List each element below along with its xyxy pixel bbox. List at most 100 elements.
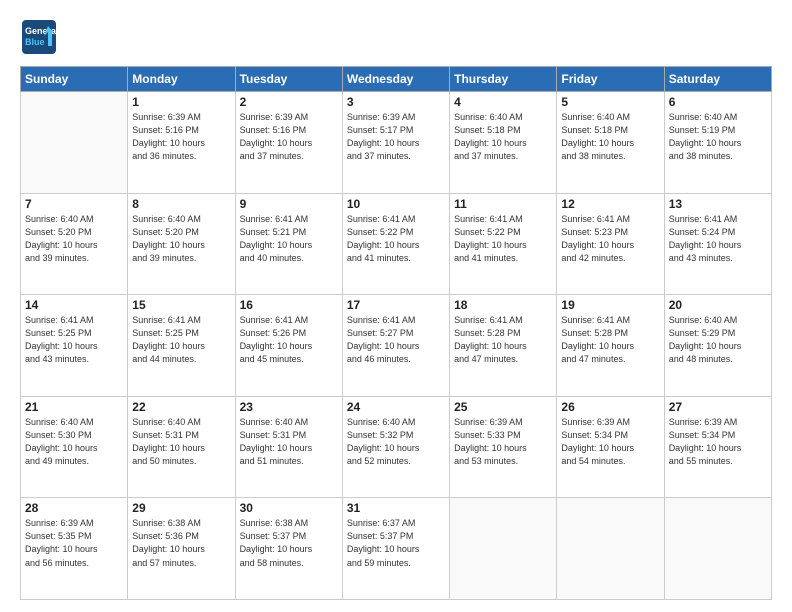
day-number: 2 xyxy=(240,95,338,109)
day-number: 1 xyxy=(132,95,230,109)
calendar-cell: 14 Sunrise: 6:41 AM Sunset: 5:25 PM Dayli… xyxy=(21,295,128,397)
calendar-cell: 1Sunrise: 6:39 AM Sunset: 5:16 PM Daylig… xyxy=(128,92,235,194)
day-number: 12 xyxy=(561,197,659,211)
day-info: Sunrise: 6:39 AM Sunset: 5:34 PM Dayligh… xyxy=(669,416,767,468)
day-info: Sunrise: 6:40 AM Sunset: 5:20 PM Dayligh… xyxy=(132,213,230,265)
day-info: Sunrise: 6:39 AM Sunset: 5:34 PM Dayligh… xyxy=(561,416,659,468)
calendar-cell: 22 Sunrise: 6:40 AM Sunset: 5:31 PM Dayli… xyxy=(128,396,235,498)
calendar-cell: 25 Sunrise: 6:39 AM Sunset: 5:33 PM Dayli… xyxy=(450,396,557,498)
day-number: 25 xyxy=(454,400,552,414)
logo-text: General Blue xyxy=(20,18,58,56)
logo: General Blue xyxy=(20,18,58,56)
calendar-cell: 10 Sunrise: 6:41 AM Sunset: 5:22 PM Dayli… xyxy=(342,193,449,295)
calendar-cell: 27 Sunrise: 6:39 AM Sunset: 5:34 PM Dayli… xyxy=(664,396,771,498)
day-info: Sunrise: 6:41 AM Sunset: 5:26 PM Dayligh… xyxy=(240,314,338,366)
day-number: 29 xyxy=(132,501,230,515)
day-info: Sunrise: 6:39 AM Sunset: 5:16 PM Dayligh… xyxy=(240,111,338,163)
day-number: 5 xyxy=(561,95,659,109)
week-row-2: 7 Sunrise: 6:40 AM Sunset: 5:20 PM Daylig… xyxy=(21,193,772,295)
day-info: Sunrise: 6:40 AM Sunset: 5:31 PM Dayligh… xyxy=(240,416,338,468)
day-number: 30 xyxy=(240,501,338,515)
weekday-header-row: SundayMondayTuesdayWednesdayThursdayFrid… xyxy=(21,67,772,92)
calendar-cell: 4 Sunrise: 6:40 AM Sunset: 5:18 PM Daylig… xyxy=(450,92,557,194)
weekday-header-sunday: Sunday xyxy=(21,67,128,92)
day-number: 17 xyxy=(347,298,445,312)
day-number: 28 xyxy=(25,501,123,515)
day-info: Sunrise: 6:40 AM Sunset: 5:29 PM Dayligh… xyxy=(669,314,767,366)
calendar-cell: 29 Sunrise: 6:38 AM Sunset: 5:36 PM Dayli… xyxy=(128,498,235,600)
calendar-cell: 15Sunrise: 6:41 AM Sunset: 5:25 PM Dayli… xyxy=(128,295,235,397)
calendar-cell: 16Sunrise: 6:41 AM Sunset: 5:26 PM Dayli… xyxy=(235,295,342,397)
day-info: Sunrise: 6:41 AM Sunset: 5:27 PM Dayligh… xyxy=(347,314,445,366)
calendar-cell: 2 Sunrise: 6:39 AM Sunset: 5:16 PM Daylig… xyxy=(235,92,342,194)
day-info: Sunrise: 6:40 AM Sunset: 5:30 PM Dayligh… xyxy=(25,416,123,468)
calendar-cell: 23 Sunrise: 6:40 AM Sunset: 5:31 PM Dayli… xyxy=(235,396,342,498)
header: General Blue xyxy=(20,18,772,56)
calendar-cell: 6 Sunrise: 6:40 AM Sunset: 5:19 PM Daylig… xyxy=(664,92,771,194)
calendar-cell: 7 Sunrise: 6:40 AM Sunset: 5:20 PM Daylig… xyxy=(21,193,128,295)
calendar-cell: 30 Sunrise: 6:38 AM Sunset: 5:37 PM Dayli… xyxy=(235,498,342,600)
week-row-5: 28 Sunrise: 6:39 AM Sunset: 5:35 PM Dayli… xyxy=(21,498,772,600)
day-number: 8 xyxy=(132,197,230,211)
calendar-cell: 17 Sunrise: 6:41 AM Sunset: 5:27 PM Dayli… xyxy=(342,295,449,397)
day-info: Sunrise: 6:39 AM Sunset: 5:33 PM Dayligh… xyxy=(454,416,552,468)
calendar-cell: 21 Sunrise: 6:40 AM Sunset: 5:30 PM Dayli… xyxy=(21,396,128,498)
day-info: Sunrise: 6:38 AM Sunset: 5:37 PM Dayligh… xyxy=(240,517,338,569)
day-number: 14 xyxy=(25,298,123,312)
day-number: 19 xyxy=(561,298,659,312)
day-number: 18 xyxy=(454,298,552,312)
week-row-4: 21 Sunrise: 6:40 AM Sunset: 5:30 PM Dayli… xyxy=(21,396,772,498)
weekday-header-tuesday: Tuesday xyxy=(235,67,342,92)
day-number: 31 xyxy=(347,501,445,515)
day-number: 23 xyxy=(240,400,338,414)
day-number: 20 xyxy=(669,298,767,312)
day-number: 15 xyxy=(132,298,230,312)
day-info: Sunrise: 6:41 AM Sunset: 5:28 PM Dayligh… xyxy=(561,314,659,366)
day-number: 4 xyxy=(454,95,552,109)
logo-icon: General Blue xyxy=(20,18,58,56)
day-info: Sunrise: 6:40 AM Sunset: 5:18 PM Dayligh… xyxy=(561,111,659,163)
day-number: 21 xyxy=(25,400,123,414)
day-info: Sunrise: 6:41 AM Sunset: 5:22 PM Dayligh… xyxy=(347,213,445,265)
day-info: Sunrise: 6:41 AM Sunset: 5:23 PM Dayligh… xyxy=(561,213,659,265)
day-info: Sunrise: 6:41 AM Sunset: 5:22 PM Dayligh… xyxy=(454,213,552,265)
day-info: Sunrise: 6:40 AM Sunset: 5:32 PM Dayligh… xyxy=(347,416,445,468)
day-number: 26 xyxy=(561,400,659,414)
day-info: Sunrise: 6:41 AM Sunset: 5:25 PM Dayligh… xyxy=(25,314,123,366)
calendar-cell: 12 Sunrise: 6:41 AM Sunset: 5:23 PM Dayli… xyxy=(557,193,664,295)
svg-text:General: General xyxy=(25,26,58,36)
day-info: Sunrise: 6:40 AM Sunset: 5:31 PM Dayligh… xyxy=(132,416,230,468)
day-number: 7 xyxy=(25,197,123,211)
calendar-cell: 13Sunrise: 6:41 AM Sunset: 5:24 PM Dayli… xyxy=(664,193,771,295)
day-info: Sunrise: 6:41 AM Sunset: 5:28 PM Dayligh… xyxy=(454,314,552,366)
calendar-cell: 8 Sunrise: 6:40 AM Sunset: 5:20 PM Daylig… xyxy=(128,193,235,295)
day-info: Sunrise: 6:40 AM Sunset: 5:19 PM Dayligh… xyxy=(669,111,767,163)
day-number: 6 xyxy=(669,95,767,109)
calendar-cell: 3 Sunrise: 6:39 AM Sunset: 5:17 PM Daylig… xyxy=(342,92,449,194)
day-info: Sunrise: 6:37 AM Sunset: 5:37 PM Dayligh… xyxy=(347,517,445,569)
calendar-cell xyxy=(21,92,128,194)
day-info: Sunrise: 6:41 AM Sunset: 5:21 PM Dayligh… xyxy=(240,213,338,265)
day-info: Sunrise: 6:39 AM Sunset: 5:35 PM Dayligh… xyxy=(25,517,123,569)
calendar-table: SundayMondayTuesdayWednesdayThursdayFrid… xyxy=(20,66,772,600)
day-number: 3 xyxy=(347,95,445,109)
day-number: 13 xyxy=(669,197,767,211)
day-number: 10 xyxy=(347,197,445,211)
calendar-cell: 9 Sunrise: 6:41 AM Sunset: 5:21 PM Daylig… xyxy=(235,193,342,295)
weekday-header-thursday: Thursday xyxy=(450,67,557,92)
day-number: 9 xyxy=(240,197,338,211)
weekday-header-friday: Friday xyxy=(557,67,664,92)
day-info: Sunrise: 6:38 AM Sunset: 5:36 PM Dayligh… xyxy=(132,517,230,569)
day-number: 22 xyxy=(132,400,230,414)
day-info: Sunrise: 6:40 AM Sunset: 5:18 PM Dayligh… xyxy=(454,111,552,163)
calendar-cell: 5 Sunrise: 6:40 AM Sunset: 5:18 PM Daylig… xyxy=(557,92,664,194)
calendar-cell: 26 Sunrise: 6:39 AM Sunset: 5:34 PM Dayli… xyxy=(557,396,664,498)
day-number: 27 xyxy=(669,400,767,414)
page: General Blue SundayMondayTuesdayWednesda… xyxy=(0,0,792,612)
weekday-header-saturday: Saturday xyxy=(664,67,771,92)
calendar-cell xyxy=(664,498,771,600)
day-number: 11 xyxy=(454,197,552,211)
week-row-1: 1 Sunrise: 6:39 AM Sunset: 5:16 PM Daylig… xyxy=(21,92,772,194)
day-info: Sunrise: 6:40 AM Sunset: 5:20 PM Dayligh… xyxy=(25,213,123,265)
day-info: Sunrise: 6:39 AM Sunset: 5:17 PM Dayligh… xyxy=(347,111,445,163)
